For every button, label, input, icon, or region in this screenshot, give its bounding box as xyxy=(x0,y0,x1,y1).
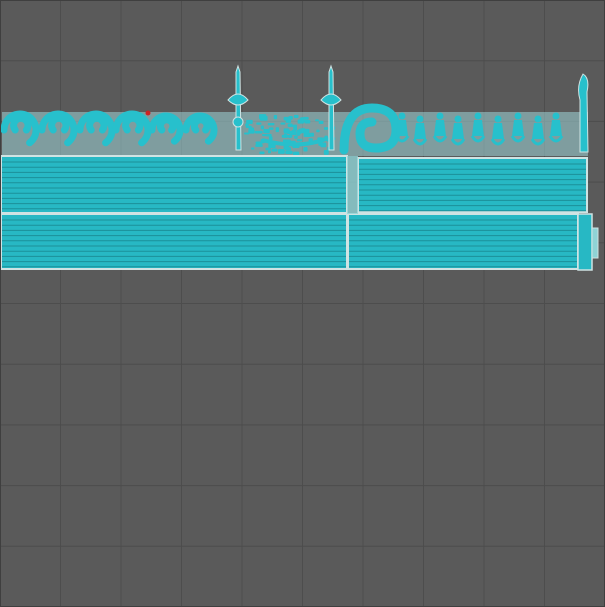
build-plate-canvas[interactable] xyxy=(0,0,605,607)
pattern-blob xyxy=(273,115,278,120)
figure-body xyxy=(532,123,544,139)
pattern-blob xyxy=(285,135,293,138)
pattern-blob xyxy=(265,133,272,137)
pattern-blob xyxy=(296,139,303,142)
sliced-panels xyxy=(0,155,599,271)
pattern-blob xyxy=(267,122,275,126)
pattern-blob xyxy=(259,151,265,155)
pattern-blob xyxy=(248,127,254,133)
figure-body xyxy=(414,123,426,139)
slicer-preview-viewport[interactable] xyxy=(0,0,605,607)
panel-bottom-left[interactable] xyxy=(0,213,348,270)
pattern-blob xyxy=(285,119,292,123)
figure-body xyxy=(396,120,408,136)
pattern-blob xyxy=(297,119,305,124)
pattern-blob xyxy=(245,123,249,127)
pattern-blob xyxy=(285,150,293,154)
pattern-blob xyxy=(278,149,285,154)
pattern-blob xyxy=(244,132,250,135)
figure-head xyxy=(436,112,444,120)
edge-tab xyxy=(591,227,599,259)
figure-head xyxy=(494,115,502,123)
pattern-blob xyxy=(316,129,320,133)
pattern-blob xyxy=(263,128,270,134)
pattern-blob xyxy=(268,150,272,154)
figure-body xyxy=(550,120,562,136)
figure-body xyxy=(472,120,484,136)
pattern-blob xyxy=(315,119,319,122)
decorative-scroll-band xyxy=(0,64,589,157)
figure-head xyxy=(416,115,424,123)
pattern-blob xyxy=(292,124,298,128)
pattern-blob xyxy=(260,125,264,130)
seam-marker xyxy=(145,110,151,116)
pattern-blob xyxy=(323,150,329,155)
pattern-blob xyxy=(256,141,263,147)
pattern-blob xyxy=(318,120,324,125)
figure-body xyxy=(452,123,464,139)
figure-head xyxy=(514,112,522,120)
pattern-blob xyxy=(303,147,308,152)
pattern-blob xyxy=(294,135,298,139)
pattern-blob xyxy=(320,142,327,148)
pattern-blob xyxy=(303,119,310,123)
pattern-blob xyxy=(300,128,306,133)
pattern-blob xyxy=(271,148,278,152)
pattern-blob xyxy=(284,146,290,150)
figure-head xyxy=(474,112,482,120)
panel-seam xyxy=(347,156,358,214)
pattern-blob xyxy=(268,127,274,130)
pattern-blob xyxy=(280,122,286,125)
panel-bottom-right[interactable] xyxy=(347,213,579,270)
figure-body xyxy=(434,120,446,136)
pattern-blob xyxy=(287,123,293,128)
panel-top-left[interactable] xyxy=(0,155,348,214)
build-plate-grid xyxy=(0,0,605,607)
figure-body xyxy=(492,123,504,139)
edge-bracket xyxy=(577,213,593,271)
figure-head xyxy=(534,115,542,123)
figure-body xyxy=(512,120,524,136)
pattern-blob xyxy=(296,130,301,136)
pattern-blob xyxy=(259,114,267,120)
pattern-blob xyxy=(250,147,255,150)
pattern-blob xyxy=(323,127,329,130)
figure-head xyxy=(398,112,406,120)
figure-head xyxy=(552,112,560,120)
figure-head xyxy=(454,115,462,123)
pattern-blob xyxy=(254,130,263,134)
pattern-blob xyxy=(289,130,297,136)
pattern-blob xyxy=(256,122,262,125)
pattern-blob xyxy=(309,132,315,137)
pattern-blob xyxy=(283,128,290,134)
figure-post-right xyxy=(578,73,589,153)
pattern-blob xyxy=(275,127,280,133)
pattern-blob xyxy=(293,114,299,118)
